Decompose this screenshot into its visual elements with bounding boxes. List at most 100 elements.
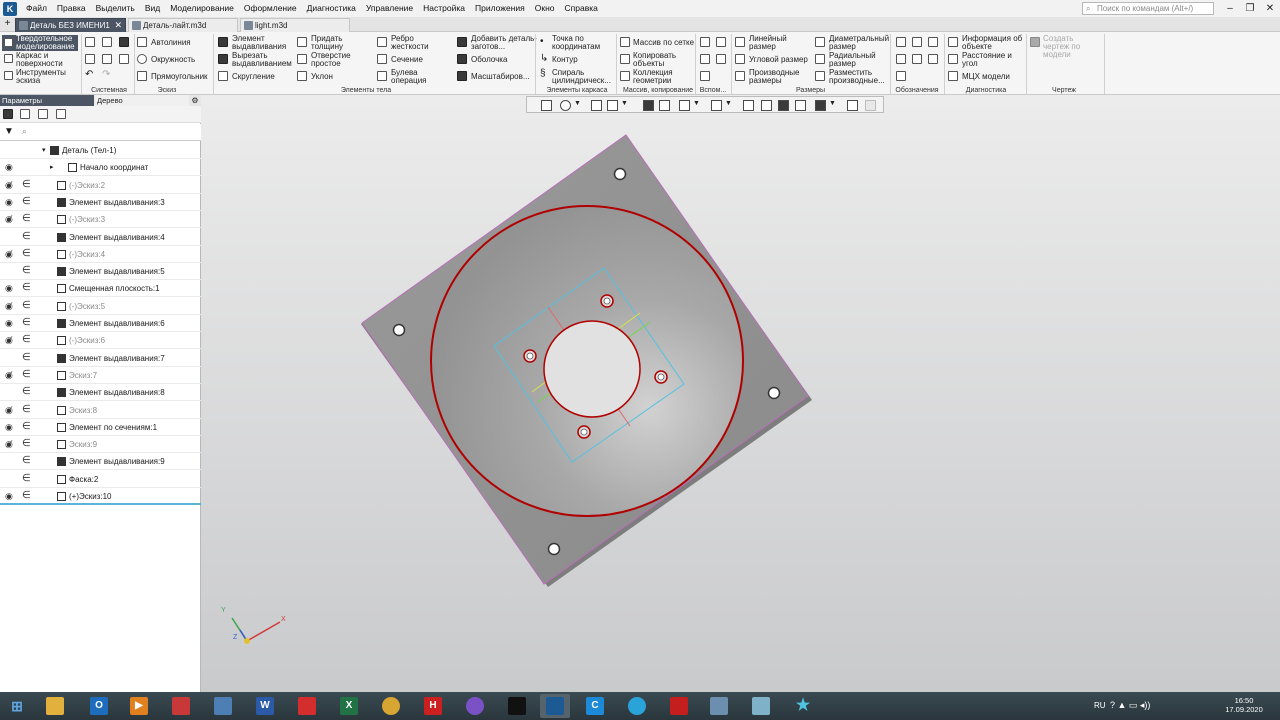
undo-icon[interactable]: ↶	[85, 70, 93, 80]
include-icon[interactable]: ∈	[22, 300, 31, 311]
vertex-snap-icon[interactable]	[761, 100, 772, 111]
taskbar-app-window[interactable]	[704, 694, 734, 718]
open-file-icon[interactable]	[102, 37, 112, 47]
menu-item-7[interactable]: Управление	[361, 0, 418, 17]
group-label-array[interactable]: Массив, копирование	[618, 86, 698, 95]
include-icon[interactable]: ∈	[22, 248, 31, 259]
menu-item-5[interactable]: Оформление	[239, 0, 302, 17]
clock[interactable]: 16:50 17.09.2020	[1222, 696, 1266, 714]
create-drawing-button[interactable]: Создать чертеж по модели	[1043, 35, 1101, 59]
tree-row[interactable]: ∈ Фаска:2	[0, 471, 201, 488]
leader-icon[interactable]	[912, 37, 922, 47]
tree-row[interactable]: ◉ ∈ (+)Эскиз:10	[0, 488, 201, 505]
menu-item-4[interactable]: Моделирование	[165, 0, 239, 17]
taskbar-app-red[interactable]	[166, 694, 196, 718]
hide-show-icon[interactable]	[711, 100, 722, 111]
menu-item-9[interactable]: Приложения	[470, 0, 530, 17]
taskbar-telegram[interactable]	[622, 694, 652, 718]
tab-parameters[interactable]: Параметры	[0, 95, 94, 106]
taskbar-kompas[interactable]	[540, 694, 570, 718]
eye-icon[interactable]: ◉	[5, 491, 15, 501]
menu-item-8[interactable]: Настройка	[418, 0, 470, 17]
face-snap-icon[interactable]	[795, 100, 806, 111]
aux-plane-icon[interactable]	[716, 37, 726, 47]
system-tray[interactable]: ? ▲ ▭ ◂))	[1110, 700, 1150, 711]
taskbar-acrobat[interactable]	[664, 694, 694, 718]
taskbar-excel[interactable]: X	[334, 694, 364, 718]
include-icon[interactable]: ∈	[22, 317, 31, 328]
shaded-view-icon[interactable]	[643, 100, 654, 111]
tolerance-icon[interactable]	[896, 54, 906, 64]
eye-hidden-icon[interactable]: ◉̸	[5, 335, 15, 345]
hole-button[interactable]: Отверстие простое	[311, 52, 361, 68]
section-dropdown-icon[interactable]: ▼	[693, 100, 700, 107]
tree-row[interactable]: ◉̸ ∈ (-)Эскиз:5	[0, 298, 201, 315]
command-search-input[interactable]: ⌕ Поиск по командам (Alt+/)	[1082, 2, 1214, 15]
point-button[interactable]: Точка по координатам	[552, 35, 610, 51]
new-file-icon[interactable]	[85, 37, 95, 47]
include-icon[interactable]: ∈	[22, 179, 31, 190]
eye-icon[interactable]: ◉	[5, 422, 15, 432]
tree-row[interactable]: ◉̸ ∈ Эскиз:9	[0, 436, 201, 454]
menu-item-10[interactable]: Окно	[530, 0, 560, 17]
mark-icon[interactable]	[912, 54, 922, 64]
include-icon[interactable]: ∈	[22, 473, 31, 484]
autoline-button[interactable]: Автолиния	[151, 39, 191, 47]
tree-select-icon[interactable]	[56, 109, 66, 119]
eye-hidden-icon[interactable]: ◉̸	[5, 249, 15, 259]
include-icon[interactable]: ∈	[22, 455, 31, 466]
tree-row[interactable]: ◉ ∈ Элемент выдавливания:6	[0, 315, 201, 332]
taskbar-outlook[interactable]: O	[84, 694, 114, 718]
roughness-icon[interactable]	[896, 37, 906, 47]
tree-row[interactable]: ∈ Элемент выдавливания:4	[0, 229, 201, 246]
center-hole[interactable]	[543, 320, 641, 418]
include-icon[interactable]: ∈	[22, 369, 31, 380]
include-icon[interactable]: ∈	[22, 438, 31, 449]
tree-row[interactable]: ∈ Элемент выдавливания:9	[0, 453, 201, 471]
radial-dim-button[interactable]: Радиальный размер	[829, 52, 881, 68]
tree-row[interactable]: ◉̸ ∈ (-)Эскиз:3	[0, 211, 201, 229]
eye-hidden-icon[interactable]: ◉̸	[5, 405, 15, 415]
mode-solid-modeling[interactable]: Твердотельное моделирование	[2, 35, 78, 51]
tab-detail-noname[interactable]: Деталь БЕЗ ИМЕНИ1 ✕	[15, 18, 126, 32]
magnet-snap-icon[interactable]	[743, 100, 754, 111]
group-label-notation[interactable]: Обозначения	[892, 86, 942, 95]
tree-row[interactable]: ∈ Элемент выдавливания:5	[0, 263, 201, 281]
eye-icon[interactable]: ◉	[5, 318, 15, 328]
tree-row[interactable]: ▾ Деталь (Тел-1)	[0, 142, 201, 159]
pan-icon[interactable]	[591, 100, 602, 111]
start-button[interactable]: ⊞	[2, 694, 32, 718]
rotate-dropdown-icon[interactable]: ▼	[621, 100, 628, 107]
include-icon[interactable]: ∈	[22, 282, 31, 293]
zoom-dropdown-icon[interactable]: ▼	[574, 100, 581, 107]
include-icon[interactable]: ∈	[22, 386, 31, 397]
eye-hidden-icon[interactable]: ◉̸	[5, 214, 15, 224]
copy-icon[interactable]	[85, 54, 95, 64]
close-button[interactable]: ✕	[1258, 0, 1280, 17]
include-icon[interactable]: ∈	[22, 231, 31, 242]
circle-button[interactable]: Окружность	[151, 56, 195, 64]
tree-row[interactable]: ◉̸ ∈ Эскиз:8	[0, 402, 201, 419]
gear-icon[interactable]: ⚙	[189, 95, 201, 106]
tree-row[interactable]: ◉ ∈ Элемент выдавливания:3	[0, 194, 201, 211]
scale-button[interactable]: Масштабиров...	[471, 73, 530, 81]
tree-filter-icon[interactable]	[38, 109, 48, 119]
angular-dim-button[interactable]: Угловой размер	[749, 56, 808, 64]
orient-icon[interactable]	[541, 100, 552, 111]
rotate-icon[interactable]	[607, 100, 618, 111]
add-blank-button[interactable]: Добавить деталь-заготов...	[471, 35, 537, 51]
contour-button[interactable]: Контур	[552, 56, 578, 64]
taskbar-app-star[interactable]: ★	[788, 694, 818, 718]
eye-hidden-icon[interactable]: ◉̸	[5, 301, 15, 311]
shell-button[interactable]: Оболочка	[471, 56, 507, 64]
save-icon[interactable]	[119, 37, 129, 47]
taskbar-app-pdf-red[interactable]	[292, 694, 322, 718]
group-label-sketch[interactable]: Эскиз	[137, 86, 197, 95]
mode-sketch-tools[interactable]: Инструменты эскиза	[16, 69, 76, 85]
eye-hidden-icon[interactable]: ◉̸	[5, 439, 15, 449]
aux-curve-icon[interactable]	[700, 71, 710, 81]
funnel-icon[interactable]: ▼	[4, 126, 14, 137]
diametral-dim-button[interactable]: Диаметральный размер	[829, 35, 891, 51]
wireframe-view-icon[interactable]	[659, 100, 670, 111]
filter-dropdown-icon[interactable]: ▼	[829, 100, 836, 107]
